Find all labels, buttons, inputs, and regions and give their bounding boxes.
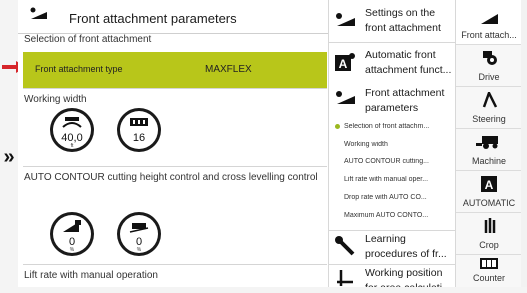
working-width-gauge[interactable]: 40,0 ft — [50, 108, 94, 152]
counter-icon — [480, 258, 498, 269]
section-heading: AUTO CONTOUR cutting height control and … — [24, 172, 318, 183]
nav-item-crop[interactable]: Crop — [456, 212, 521, 255]
front-attachment-type-row[interactable]: Front attachment type MAXFLEX — [23, 52, 327, 88]
row-count-gauge[interactable]: 16 — [117, 108, 161, 152]
menu-item-settings-front-attachment[interactable]: Settings on the front attachment — [329, 0, 456, 43]
menu-item-label: Working position for area calculati... — [365, 267, 451, 287]
nav-item-steering[interactable]: Steering — [456, 86, 521, 129]
position-icon — [337, 270, 353, 286]
submenu-item-working-width[interactable]: Working width — [335, 141, 462, 148]
menu-item-label: Settings on the front attachment — [365, 7, 441, 34]
submenu-item-maximum-auto-contour[interactable]: Maximum AUTO CONTO... — [335, 212, 462, 219]
tilt-icon — [129, 223, 149, 233]
gauge-value: 16 — [132, 132, 146, 144]
nav-label: Front attach... — [461, 30, 517, 40]
submenu-label: Selection of front attachm... — [344, 123, 430, 130]
gauge-unit: % — [69, 247, 75, 253]
section-heading: Working width — [24, 94, 87, 105]
header-icon — [30, 7, 47, 19]
nav-item-drive[interactable]: Drive — [456, 44, 521, 87]
svg-text:A: A — [485, 178, 494, 192]
submenu-item-selection[interactable]: Selection of front attachm... — [335, 123, 453, 130]
header-icon — [336, 13, 355, 26]
submenu-item-drop-rate[interactable]: Drop rate with AUTO CO... — [335, 194, 462, 201]
wrench-icon — [335, 236, 355, 256]
active-dot-icon — [335, 123, 340, 129]
row-value: MAXFLEX — [205, 64, 252, 75]
nav-label: Counter — [472, 273, 506, 283]
automatic-a-icon: A — [481, 176, 497, 192]
nav-label: AUTOMATIC — [462, 198, 516, 208]
nav-item-front-attachment[interactable]: Front attach... — [456, 0, 521, 45]
parameters-panel: Front attachment parameters Selection of… — [18, 0, 328, 287]
section-heading: Lift rate with manual operation — [24, 270, 158, 281]
menu-item-learning-procedures[interactable]: Learning procedures of fr... — [329, 230, 456, 265]
menu-item-label: Learning procedures of fr... — [365, 233, 447, 260]
cutting-height-rate-gauge[interactable]: 0 % — [50, 212, 94, 256]
cross-levelling-gauge[interactable]: 0 % — [117, 212, 161, 256]
menu-item-label: Front attachment parameters — [365, 87, 445, 114]
panel-subtitle: Selection of front attachment — [24, 34, 152, 45]
menu-item-label: Automatic front attachment funct... — [365, 49, 452, 76]
menu-item-front-attachment-parameters[interactable]: Front attachment parameters Selection of… — [329, 80, 456, 231]
nav-item-machine[interactable]: Machine — [456, 128, 521, 171]
menu-item-automatic-functions[interactable]: A Automatic front attachment funct... — [329, 42, 456, 81]
automatic-a-icon: A — [335, 53, 355, 71]
nav-item-counter[interactable]: Counter — [456, 254, 521, 287]
submenu-item-auto-contour[interactable]: AUTO CONTOUR cutting... — [335, 158, 462, 165]
crop-icon — [484, 218, 496, 233]
nav-label: Machine — [471, 156, 507, 166]
submenu-item-lift-rate[interactable]: Lift rate with manual oper... — [335, 176, 462, 183]
menu-item-working-position[interactable]: Working position for area calculati... — [329, 264, 456, 287]
gauge-unit: % — [136, 247, 142, 253]
screen-bezel-bottom — [0, 287, 527, 293]
nav-label: Crop — [479, 240, 499, 250]
expand-chevron-icon[interactable]: » — [0, 147, 18, 167]
display-screen: Front attachment parameters Selection of… — [18, 0, 521, 287]
panel-title: Front attachment parameters — [69, 11, 237, 26]
rows-icon — [130, 118, 148, 126]
svg-text:A: A — [339, 57, 348, 71]
drive-icon — [483, 51, 497, 65]
main-navigation: Front attach... Drive Steering Machine A… — [455, 0, 521, 287]
ramp-icon — [63, 220, 81, 232]
lift-rate-section: Lift rate with manual operation — [23, 264, 327, 287]
nav-item-automatic[interactable]: A AUTOMATIC — [456, 170, 521, 213]
steering-icon — [482, 92, 498, 108]
nav-label: Steering — [472, 114, 506, 124]
header-width-icon — [62, 117, 82, 128]
nav-label: Drive — [478, 72, 500, 82]
header-icon — [336, 91, 355, 104]
combine-icon — [476, 136, 498, 149]
row-key: Front attachment type — [35, 64, 123, 74]
gauge-unit: ft — [70, 143, 74, 149]
settings-menu: Settings on the front attachment A Autom… — [328, 0, 456, 287]
panel-header: Front attachment parameters — [18, 5, 328, 34]
header-icon — [481, 14, 498, 24]
